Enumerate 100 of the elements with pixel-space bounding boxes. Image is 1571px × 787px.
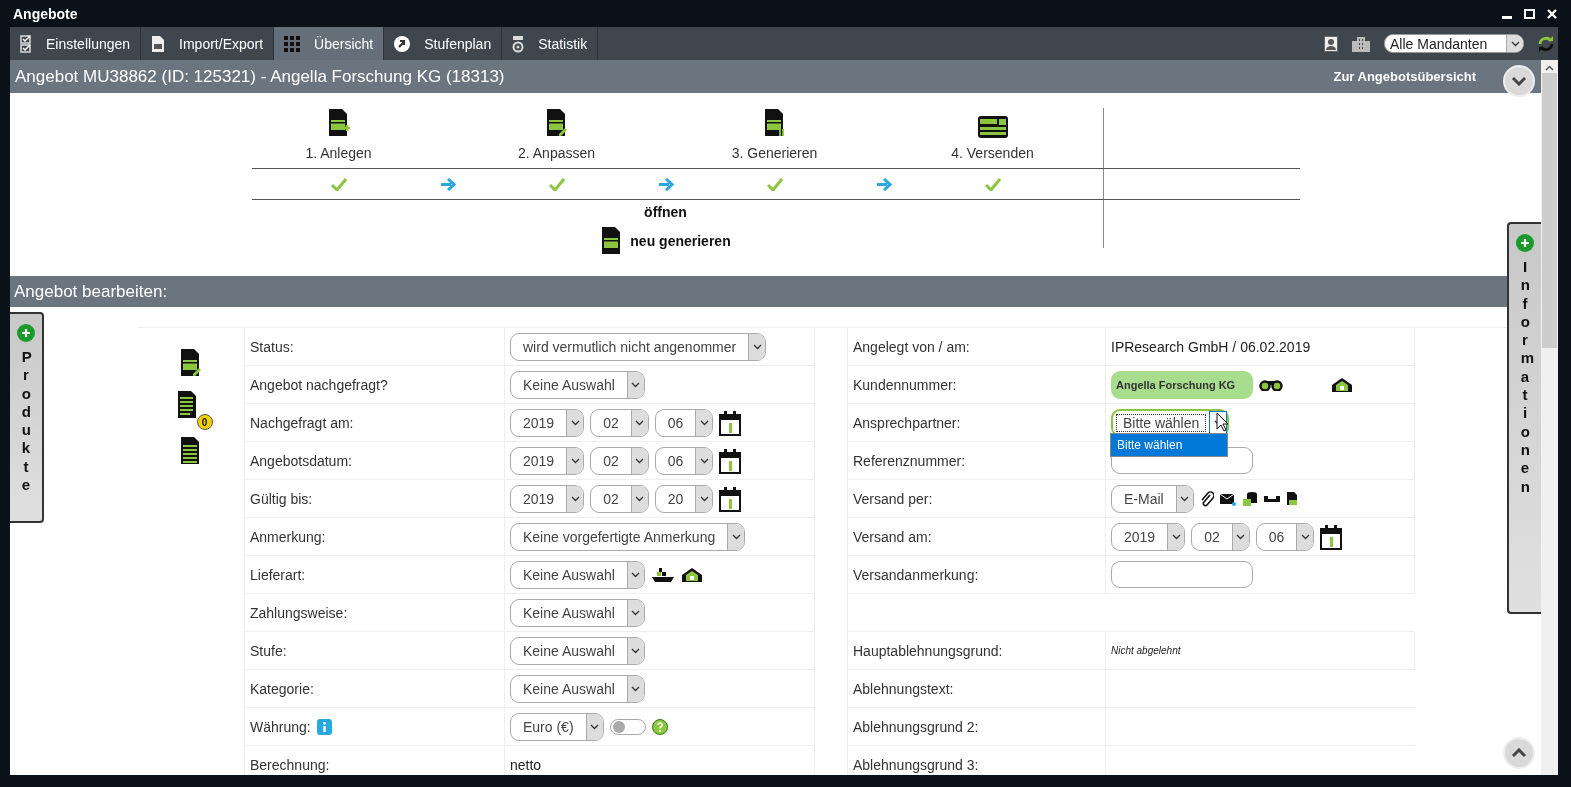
document-edit-icon xyxy=(544,108,569,138)
field-label: Versandanmerkung: xyxy=(853,566,979,583)
chevron-down-icon xyxy=(570,457,580,464)
select-field[interactable]: E-Mail xyxy=(1111,484,1194,513)
calendar-icon[interactable] xyxy=(719,447,742,474)
field-label: Hauptablehnungsgrund: xyxy=(853,642,1003,659)
field-label: Stufe: xyxy=(250,642,287,659)
field-label: Versand am: xyxy=(853,528,932,545)
select-field[interactable]: 2019 xyxy=(510,446,585,475)
checklist-icon xyxy=(20,34,32,53)
select-field[interactable]: 02 xyxy=(590,408,649,437)
calendar-icon[interactable] xyxy=(1320,523,1343,550)
chevron-down-icon xyxy=(635,419,645,426)
select-field[interactable]: 20 xyxy=(654,484,714,513)
toggle-switch[interactable] xyxy=(609,718,646,735)
chevron-down-icon xyxy=(631,571,641,578)
select-field[interactable]: 06 xyxy=(654,408,714,437)
select-field[interactable]: Keine Auswahl xyxy=(510,370,645,399)
scrollbar[interactable] xyxy=(1541,60,1558,775)
window-title: Angebote xyxy=(13,5,79,22)
field-value: netto xyxy=(510,756,542,773)
information-panel-tab[interactable]: Informationen xyxy=(1507,222,1541,614)
binoculars-icon[interactable] xyxy=(1259,378,1283,391)
chevron-down-icon xyxy=(590,723,600,730)
document-icon xyxy=(151,34,166,53)
client-select[interactable]: Alle Mandanten xyxy=(1384,34,1524,53)
help-icon[interactable] xyxy=(651,718,668,735)
field-label: Angebot nachgefragt? xyxy=(250,376,388,393)
select-field[interactable]: 02 xyxy=(1191,522,1250,551)
field-label: Währung: xyxy=(250,718,311,735)
arrow-right-icon xyxy=(657,177,674,191)
products-panel-tab[interactable]: Produkte xyxy=(10,312,44,523)
customer-chip[interactable]: Angella Forschung KG xyxy=(1111,370,1253,399)
select-field[interactable]: Euro (€) xyxy=(510,712,604,741)
dropdown-option[interactable]: Bitte wählen xyxy=(1111,434,1227,456)
select-field[interactable]: Keine Auswahl xyxy=(510,636,645,665)
refresh-icon[interactable] xyxy=(1538,35,1554,52)
plus-icon[interactable] xyxy=(1516,234,1534,252)
chevron-down-icon xyxy=(570,495,580,502)
arrow-circle-icon xyxy=(394,35,411,52)
field-label: Versand per: xyxy=(853,490,933,507)
chevron-down-icon xyxy=(752,343,762,350)
select-field[interactable]: 02 xyxy=(590,484,649,513)
field-label: Angelegt von / am: xyxy=(853,338,970,355)
select-field[interactable]: 06 xyxy=(1255,522,1315,551)
select-field[interactable]: 02 xyxy=(590,446,649,475)
chevron-down-icon xyxy=(570,419,580,426)
calendar-icon[interactable] xyxy=(719,485,742,512)
field-label: Nachgefragt am: xyxy=(250,414,354,431)
building-icon[interactable] xyxy=(1352,35,1370,52)
envelope-icon[interactable] xyxy=(1219,491,1236,506)
field-label: Kategorie: xyxy=(250,680,314,697)
select-field[interactable]: Keine Auswahl xyxy=(510,674,645,703)
chevron-down-icon xyxy=(635,495,645,502)
chevron-up-icon[interactable] xyxy=(1545,65,1554,71)
chevron-down-icon xyxy=(699,457,709,464)
chevron-down-icon xyxy=(1511,76,1527,86)
medal-icon xyxy=(512,34,525,53)
house-icon[interactable] xyxy=(680,566,703,583)
page-title: Angebot MU38862 (ID: 125321) - Angella Forschung KG (18313) xyxy=(15,66,506,87)
field-label: Ablehnungsgrund 3: xyxy=(853,756,979,773)
chevron-down-icon xyxy=(635,457,645,464)
maximize-icon[interactable] xyxy=(1524,8,1535,19)
select-field[interactable]: wird vermutlich nicht angenommer xyxy=(510,332,767,361)
chevron-down-icon xyxy=(731,533,741,540)
chevron-down-icon xyxy=(699,419,709,426)
scroll-up-button[interactable] xyxy=(1503,737,1535,769)
paperclip-icon[interactable] xyxy=(1199,490,1214,507)
tab[interactable]: Übersicht xyxy=(274,27,385,60)
select-field[interactable]: 2019 xyxy=(1111,522,1186,551)
open-link[interactable]: öffnen xyxy=(644,204,687,220)
select-field[interactable]: 2019 xyxy=(510,484,585,513)
plus-icon[interactable] xyxy=(17,324,35,342)
chevron-down-icon xyxy=(1510,40,1520,47)
chevron-down-icon xyxy=(631,647,641,654)
field-label: Kundennummer: xyxy=(853,376,957,393)
select-field[interactable]: 2019 xyxy=(510,408,585,437)
document-edit-icon xyxy=(178,348,203,378)
house-icon[interactable] xyxy=(1331,376,1353,393)
select-field[interactable]: Keine Auswahl xyxy=(510,598,645,627)
grid-icon xyxy=(284,35,301,52)
select-field[interactable]: Keine vorgefertigte Anmerkung xyxy=(510,522,746,551)
close-icon[interactable] xyxy=(1547,8,1557,19)
cursor-icon xyxy=(1216,412,1229,432)
user-icon[interactable] xyxy=(1324,35,1338,52)
ship-icon[interactable] xyxy=(650,566,675,583)
tray-icon[interactable] xyxy=(1263,493,1280,504)
field-label: Angebotsdatum: xyxy=(250,452,352,469)
input-field[interactable] xyxy=(1111,561,1253,588)
info-icon[interactable] xyxy=(316,718,332,735)
document-icon[interactable] xyxy=(1285,491,1298,506)
field-label: Gültig bis: xyxy=(250,490,313,507)
select-field[interactable]: Keine Auswahl xyxy=(510,560,645,589)
database-icon[interactable] xyxy=(1241,490,1258,507)
overview-link[interactable]: Zur Angebotsübersicht xyxy=(1333,69,1476,84)
select-field[interactable]: 06 xyxy=(654,446,714,475)
chevron-down-icon xyxy=(1180,495,1190,502)
step-label: 4. Versenden xyxy=(951,145,1034,161)
calendar-icon[interactable] xyxy=(719,409,742,436)
regenerate-link[interactable]: neu generieren xyxy=(630,233,731,249)
